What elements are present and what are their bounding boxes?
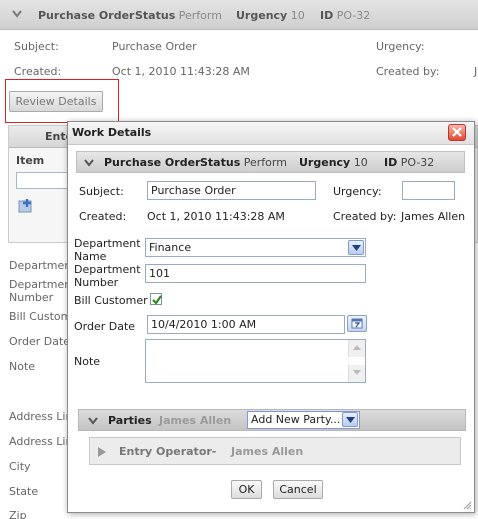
bg-header-title: Purchase Order [38, 9, 135, 22]
bg-status-label: Status [135, 9, 176, 22]
checkmark-icon [152, 295, 162, 305]
dropdown-arrow-icon[interactable] [342, 412, 358, 427]
calendar-icon [351, 318, 363, 329]
bill-customer-checkbox[interactable] [150, 293, 162, 305]
bg-header-bar[interactable]: Purchase Order Status Perform Urgency 10… [0, 0, 478, 30]
bg-urgency-field-label: Urgency: [376, 40, 425, 53]
bg-left-label-address2: Address Lin [9, 435, 73, 448]
scroll-up-icon[interactable] [348, 340, 365, 357]
chevron-down-icon [88, 417, 98, 425]
bg-subject-value: Purchase Order [112, 40, 197, 53]
dialog-title: Work Details [72, 126, 152, 139]
note-textarea[interactable] [145, 339, 366, 383]
subject-input[interactable]: Purchase Order [147, 181, 316, 200]
cancel-button[interactable]: Cancel [273, 480, 323, 499]
entry-operator-label: Entry Operator- [119, 445, 217, 458]
entry-operator-value: James Allen [231, 445, 304, 458]
dialog-status-value: Perform [243, 156, 287, 169]
parties-label: Parties [108, 414, 152, 427]
expand-triangle-icon [98, 447, 106, 457]
department-name-label-line2: Name [74, 250, 107, 263]
bg-id-value: PO-32 [336, 9, 371, 22]
bg-left-label-dept: Department [9, 259, 76, 272]
dialog-urgency-label: Urgency [299, 156, 351, 169]
resize-grip-icon[interactable] [462, 500, 472, 510]
dialog-urgency-value: 10 [353, 156, 368, 169]
order-date-input[interactable]: 10/4/2010 1:00 AM [147, 315, 345, 334]
created-value: Oct 1, 2010 11:43:28 AM [147, 210, 285, 223]
department-name-select[interactable]: Finance [145, 238, 366, 257]
bg-created-by-value-cut: J [474, 65, 478, 78]
department-name-value: Finance [149, 241, 192, 254]
scroll-down-icon[interactable] [348, 365, 365, 382]
bg-item-col-header: Item [16, 154, 45, 167]
urgency-input[interactable] [402, 181, 455, 200]
subject-label: Subject: [79, 185, 124, 198]
bg-left-label-state: State [9, 485, 39, 498]
dialog-titlebar[interactable]: Work Details [68, 122, 474, 145]
parties-section-bar[interactable]: Parties James Allen Add New Party... [78, 409, 466, 431]
bill-customer-label: Bill Customer [74, 294, 148, 307]
dialog-id-label: ID [384, 156, 398, 169]
dialog-close-button[interactable] [448, 124, 466, 141]
created-by-value: James Allen [401, 210, 466, 223]
bg-left-label-address1: Address Lin [9, 410, 73, 423]
department-number-label-line1: Department [74, 263, 141, 276]
dialog-id-value: PO-32 [400, 156, 435, 169]
ok-button[interactable]: OK [231, 480, 262, 499]
bg-id-label: ID [320, 9, 334, 22]
bg-left-label-city: City [9, 460, 31, 473]
bg-urgency-label: Urgency [236, 9, 288, 22]
bg-left-label-order-date: Order Date [9, 335, 71, 348]
chevron-down-icon [12, 10, 22, 18]
bg-created-value: Oct 1, 2010 11:43:28 AM [112, 65, 250, 78]
note-label: Note [74, 355, 101, 368]
bg-left-label-zip: Zip [9, 509, 27, 519]
close-icon [452, 127, 462, 137]
add-new-party-select[interactable]: Add New Party... [247, 411, 360, 429]
bg-created-by-label: Created by: [376, 65, 440, 78]
dialog-header-title: Purchase Order [104, 156, 201, 169]
entry-operator-bar[interactable]: Entry Operator- James Allen [89, 437, 461, 465]
add-new-party-value: Add New Party... [251, 413, 341, 426]
urgency-label: Urgency: [333, 185, 382, 198]
chevron-down-icon [84, 159, 94, 167]
order-date-label: Order Date [74, 320, 136, 333]
created-label: Created: [79, 210, 127, 223]
created-by-label: Created by: [333, 210, 397, 223]
dialog-header-bar[interactable]: Purchase Order Status Perform Urgency 10… [76, 151, 465, 173]
work-details-dialog: Work Details Purchase Order Status Perfo… [67, 121, 475, 513]
bg-created-label: Created: [14, 65, 62, 78]
bg-urgency-value: 10 [290, 9, 305, 22]
department-number-input[interactable]: 101 [145, 264, 366, 283]
bg-left-label-note: Note [9, 360, 36, 373]
calendar-button[interactable] [347, 315, 367, 332]
parties-owner: James Allen [159, 414, 232, 427]
bg-subject-label: Subject: [14, 40, 59, 53]
bg-status-value: Perform [178, 9, 222, 22]
review-details-button[interactable]: Review Details [9, 91, 103, 112]
bg-left-label-number: Number [9, 291, 54, 304]
dropdown-arrow-icon[interactable] [348, 240, 364, 255]
department-name-label-line1: Department [74, 237, 141, 250]
bg-item-input[interactable] [16, 172, 68, 189]
department-number-label-line2: Number [74, 276, 119, 289]
dialog-status-label: Status [200, 156, 241, 169]
add-row-icon[interactable] [18, 198, 36, 214]
bg-left-label-dept2: Department [9, 278, 76, 291]
